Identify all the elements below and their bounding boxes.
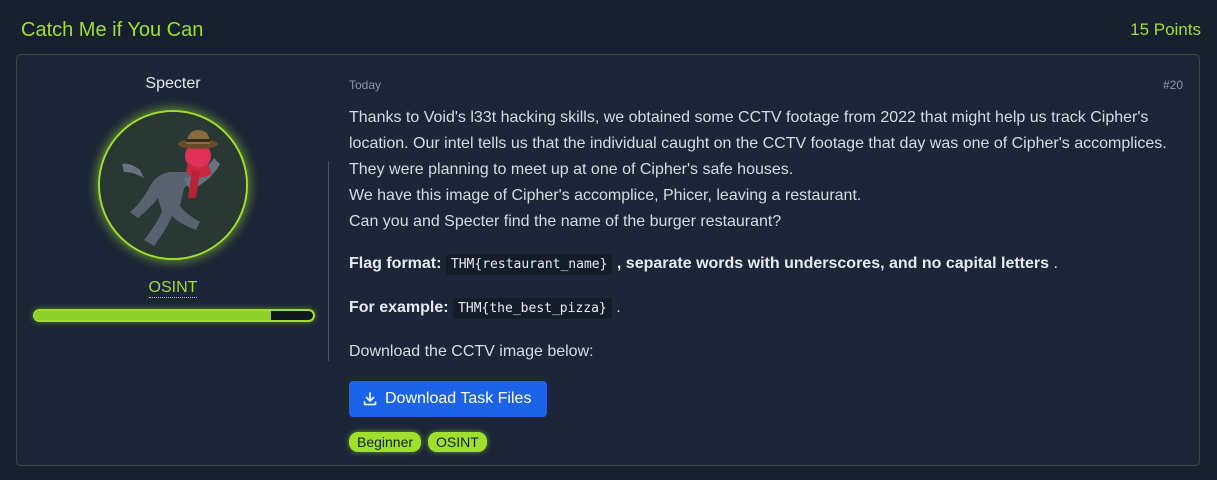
paragraph-line: They were planning to meet up at one of … [349,161,794,178]
example-end: . [616,299,621,316]
flag-format-code: THM{restaurant_name} [445,254,613,275]
example-code: THM{the_best_pizza} [453,298,612,319]
flag-format-line: Flag format: THM{restaurant_name} , sepa… [349,254,1058,275]
author-name: Specter [145,75,201,92]
author-panel: Specter OSINT [17,55,329,465]
avatar [98,110,248,260]
post-paragraph: Thanks to Void's l33t hacking skills, we… [349,105,1189,235]
tag-list: Beginner OSINT [349,432,487,452]
post-id[interactable]: #20 [1163,78,1183,92]
task-card: Specter OSINT Today #20 Thanks to Void's… [16,54,1200,466]
post-content: Today #20 Thanks to Void's l33t hacking … [349,55,1183,465]
post-date: Today [349,78,382,92]
download-task-files-button[interactable]: Download Task Files [349,381,548,417]
example-label: For example: [349,299,449,316]
author-progress-bar [33,309,315,322]
author-tag-label[interactable]: OSINT [148,279,198,298]
flag-format-label: Flag format: [349,255,442,272]
example-line: For example: THM{the_best_pizza} . [349,298,621,319]
task-title: Catch Me if You Can [21,19,204,41]
tag-osint[interactable]: OSINT [428,432,487,452]
tag-beginner[interactable]: Beginner [349,432,422,452]
paragraph-line: We have this image of Cipher's accomplic… [349,187,862,204]
author-tag[interactable]: OSINT [17,279,329,298]
avatar-illustration [100,112,246,258]
paragraph-line: location. Our intel tells us that the in… [349,135,1167,152]
divider [328,161,329,361]
flag-format-end: . [1053,255,1058,272]
download-button-label: Download Task Files [385,390,532,407]
paragraph-line: Thanks to Void's l33t hacking skills, we… [349,109,1149,126]
download-icon [363,392,377,406]
flag-format-note: , separate words with underscores, and n… [616,255,1050,272]
task-points: 15 Points [1130,20,1201,39]
progress-fill [35,311,272,320]
download-text: Download the CCTV image below: [349,343,594,360]
paragraph-line: Can you and Specter find the name of the… [349,213,782,230]
